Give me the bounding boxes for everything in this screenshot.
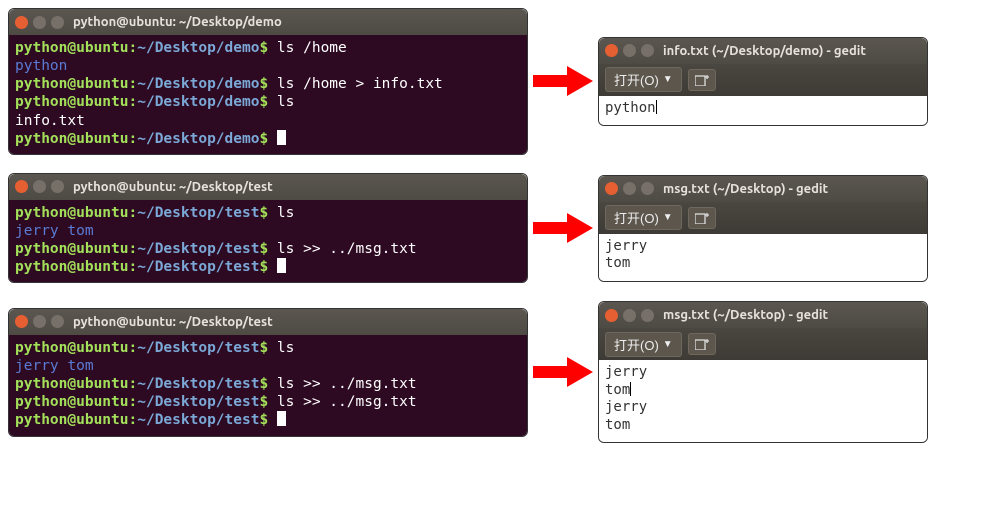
window-minimize-icon[interactable]: [33, 180, 46, 193]
terminal-output: jerry tom: [15, 222, 521, 240]
window-minimize-icon[interactable]: [623, 44, 636, 57]
command-text: ls >> ../msg.txt: [277, 376, 417, 392]
window-minimize-icon[interactable]: [33, 315, 46, 328]
command-text: ls >> ../msg.txt: [277, 394, 417, 410]
terminal-titlebar: python@ubuntu: ~/Desktop/test: [9, 309, 527, 335]
window-close-icon[interactable]: [15, 16, 28, 29]
new-tab-button[interactable]: [688, 333, 716, 355]
file-content-line: jerry: [605, 399, 921, 417]
terminal-window: python@ubuntu: ~/Desktop/test python@ubu…: [8, 308, 528, 437]
file-content-line: jerry: [605, 364, 921, 382]
command-text: ls /home > info.txt: [277, 76, 443, 92]
gedit-window: info.txt (~/Desktop/demo) - gedit 打开(O) …: [598, 37, 928, 127]
prompt-user: python@ubuntu: [15, 40, 129, 56]
text-cursor-icon: [630, 382, 631, 396]
window-maximize-icon[interactable]: [641, 309, 654, 322]
command-text: ls: [277, 94, 294, 110]
gedit-toolbar: 打开(O) ▼: [599, 64, 927, 96]
new-tab-icon: [695, 338, 709, 350]
window-close-icon[interactable]: [605, 182, 618, 195]
example-row: python@ubuntu: ~/Desktop/test python@ubu…: [8, 301, 980, 443]
window-minimize-icon[interactable]: [623, 309, 636, 322]
gedit-textarea[interactable]: python: [599, 96, 927, 126]
file-content-line: tom: [605, 255, 921, 273]
gedit-toolbar: 打开(O) ▼: [599, 328, 927, 360]
terminal-title: python@ubuntu: ~/Desktop/test: [73, 180, 273, 194]
example-row: python@ubuntu: ~/Desktop/demo python@ubu…: [8, 8, 980, 155]
terminal-title: python@ubuntu: ~/Desktop/demo: [73, 15, 282, 29]
file-content-line: python: [605, 100, 921, 118]
gedit-title: info.txt (~/Desktop/demo) - gedit: [663, 44, 866, 58]
gedit-window: msg.txt (~/Desktop) - gedit 打开(O) ▼ jerr…: [598, 175, 928, 282]
new-tab-icon: [695, 74, 709, 86]
prompt-path: ~/Desktop/demo: [137, 40, 259, 56]
window-close-icon[interactable]: [605, 309, 618, 322]
terminal-titlebar: python@ubuntu: ~/Desktop/test: [9, 174, 527, 200]
chevron-down-icon: ▼: [663, 339, 673, 350]
new-tab-button[interactable]: [688, 69, 716, 91]
new-tab-icon: [695, 212, 709, 224]
example-row: python@ubuntu: ~/Desktop/test python@ubu…: [8, 173, 980, 284]
window-close-icon[interactable]: [605, 44, 618, 57]
command-text: ls: [277, 340, 294, 356]
gedit-titlebar: info.txt (~/Desktop/demo) - gedit: [599, 38, 927, 64]
window-minimize-icon[interactable]: [623, 182, 636, 195]
terminal-titlebar: python@ubuntu: ~/Desktop/demo: [9, 9, 527, 35]
gedit-textarea[interactable]: jerry tom jerry tom: [599, 360, 927, 442]
terminal-output: python: [15, 57, 521, 75]
window-maximize-icon[interactable]: [641, 44, 654, 57]
command-text: ls: [277, 205, 294, 221]
file-content-line: jerry: [605, 238, 921, 256]
open-button[interactable]: 打开(O) ▼: [605, 332, 682, 357]
window-maximize-icon[interactable]: [51, 315, 64, 328]
terminal-output: jerry tom: [15, 357, 521, 375]
chevron-down-icon: ▼: [663, 212, 673, 223]
terminal-output: info.txt: [15, 112, 521, 130]
command-text: ls /home: [277, 40, 347, 56]
arrow-icon: [528, 355, 598, 389]
gedit-window: msg.txt (~/Desktop) - gedit 打开(O) ▼ jerr…: [598, 301, 928, 443]
window-maximize-icon[interactable]: [51, 16, 64, 29]
arrow-icon: [528, 211, 598, 245]
gedit-title: msg.txt (~/Desktop) - gedit: [663, 308, 828, 322]
window-minimize-icon[interactable]: [33, 16, 46, 29]
terminal-window: python@ubuntu: ~/Desktop/demo python@ubu…: [8, 8, 528, 155]
file-content-line: tom: [605, 417, 921, 435]
window-close-icon[interactable]: [15, 315, 28, 328]
window-maximize-icon[interactable]: [641, 182, 654, 195]
window-maximize-icon[interactable]: [51, 180, 64, 193]
new-tab-button[interactable]: [688, 207, 716, 229]
terminal-cursor-icon: [277, 411, 286, 426]
gedit-toolbar: 打开(O) ▼: [599, 202, 927, 234]
terminal-body[interactable]: python@ubuntu:~/Desktop/demo$ ls /home p…: [9, 35, 527, 154]
terminal-cursor-icon: [277, 130, 286, 145]
terminal-cursor-icon: [277, 258, 286, 273]
gedit-titlebar: msg.txt (~/Desktop) - gedit: [599, 176, 927, 202]
gedit-textarea[interactable]: jerry tom: [599, 234, 927, 281]
open-button[interactable]: 打开(O) ▼: [605, 205, 682, 230]
gedit-title: msg.txt (~/Desktop) - gedit: [663, 182, 828, 196]
open-button[interactable]: 打开(O) ▼: [605, 67, 682, 92]
terminal-body[interactable]: python@ubuntu:~/Desktop/test$ ls jerry t…: [9, 200, 527, 283]
terminal-title: python@ubuntu: ~/Desktop/test: [73, 315, 273, 329]
window-close-icon[interactable]: [15, 180, 28, 193]
chevron-down-icon: ▼: [663, 74, 673, 85]
gedit-titlebar: msg.txt (~/Desktop) - gedit: [599, 302, 927, 328]
text-cursor-icon: [656, 100, 657, 114]
file-content-line: tom: [605, 382, 921, 400]
arrow-icon: [528, 64, 598, 98]
terminal-body[interactable]: python@ubuntu:~/Desktop/test$ ls jerry t…: [9, 335, 527, 436]
terminal-window: python@ubuntu: ~/Desktop/test python@ubu…: [8, 173, 528, 284]
command-text: ls >> ../msg.txt: [277, 241, 417, 257]
